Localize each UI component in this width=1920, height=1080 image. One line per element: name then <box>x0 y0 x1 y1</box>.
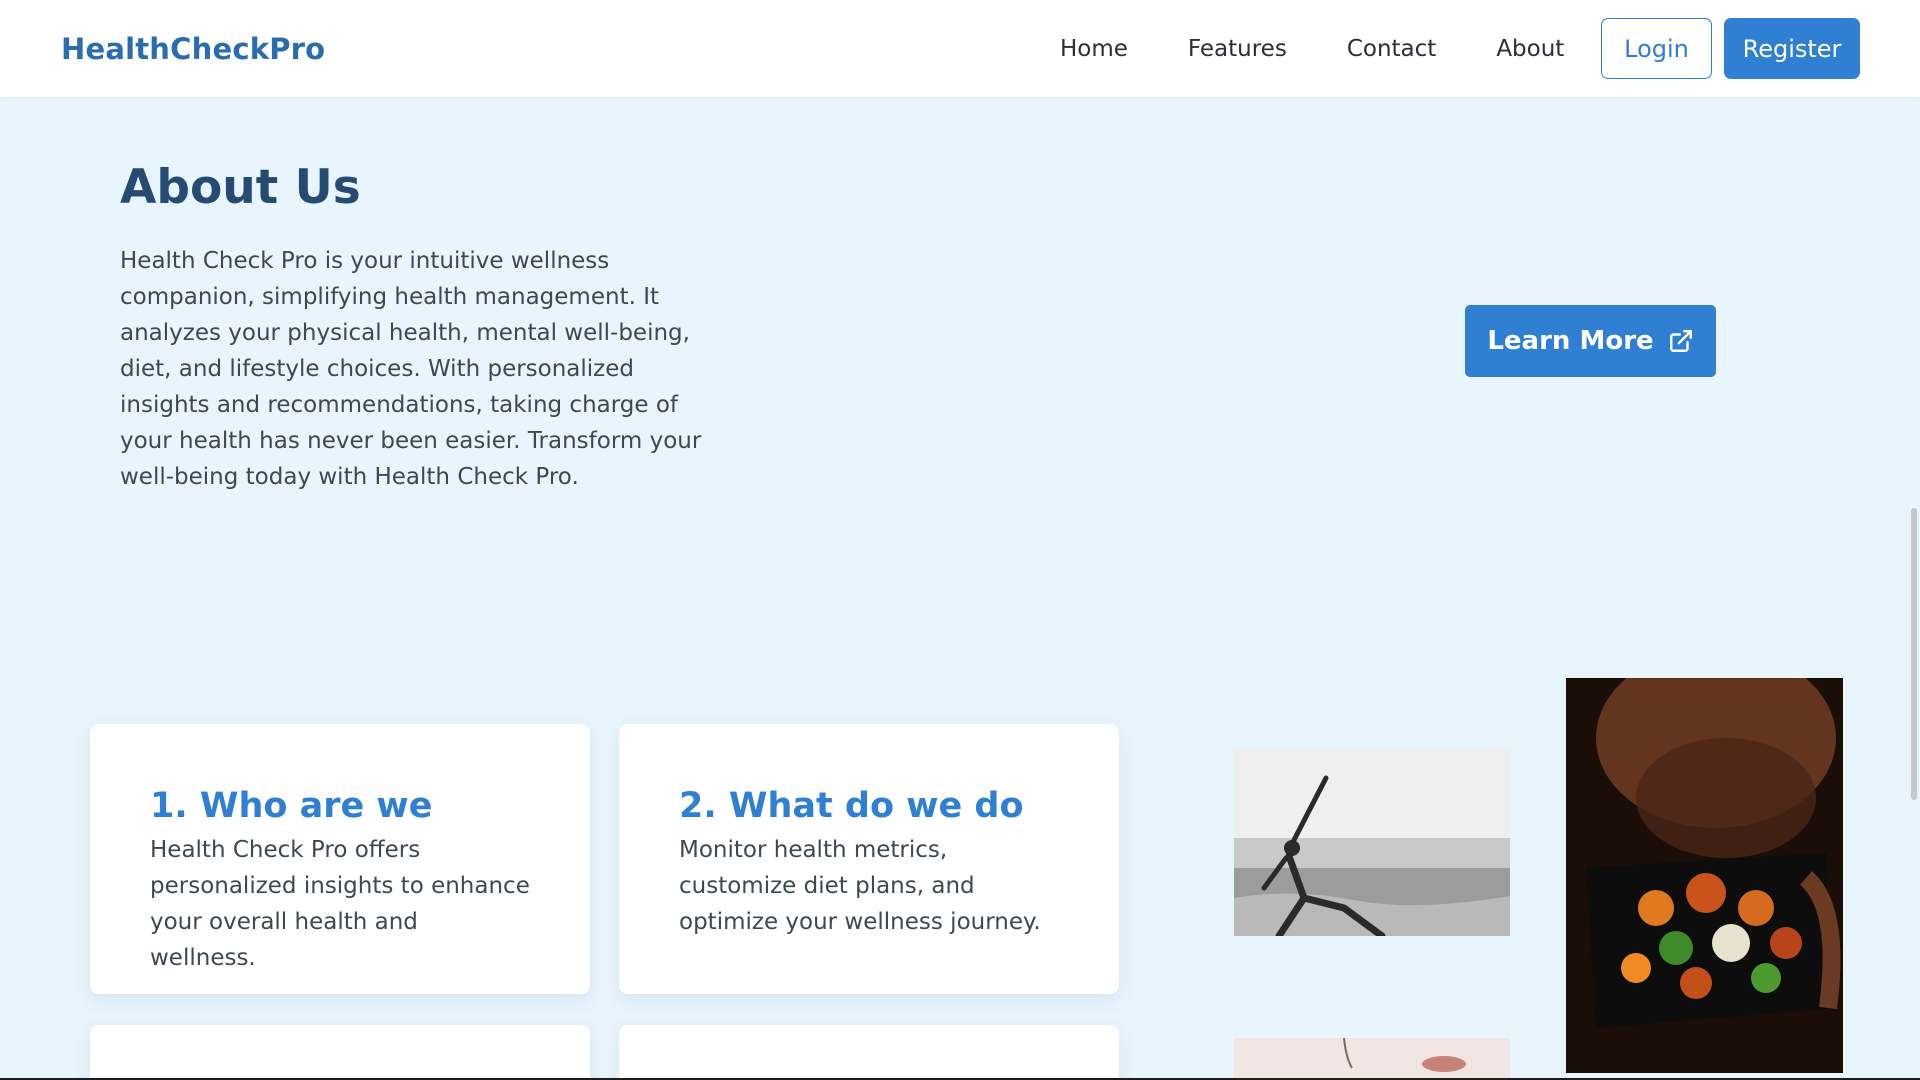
scrollbar-thumb[interactable] <box>1911 508 1917 800</box>
about-description: Health Check Pro is your intuitive welln… <box>120 248 702 490</box>
external-link-icon <box>1669 330 1692 352</box>
card-partial <box>619 1025 1119 1080</box>
nav-links: Home Features Contact About <box>1060 0 1624 97</box>
card-text: Health Check Pro offers personalized ins… <box>150 837 530 971</box>
nav-link-home[interactable]: Home <box>1060 36 1128 62</box>
person-photo <box>1234 1038 1510 1080</box>
card-text: Monitor health metrics, customize diet p… <box>679 837 1041 935</box>
nav-link-contact[interactable]: Contact <box>1347 36 1436 62</box>
about-title: About Us <box>120 160 361 215</box>
card-title: 2. What do we do <box>679 786 1024 826</box>
register-button[interactable]: Register <box>1724 18 1860 79</box>
learn-more-label: Learn More <box>1487 326 1654 356</box>
meal-container-illustration <box>1566 678 1843 1073</box>
navbar: HealthCheckPro Home Features Contact Abo… <box>0 0 1920 97</box>
healthy-meal-photo <box>1566 678 1843 1073</box>
yoga-figure-illustration <box>1234 748 1510 936</box>
nav-link-about[interactable]: About <box>1496 36 1564 62</box>
brand-logo[interactable]: HealthCheckPro <box>61 32 325 66</box>
learn-more-button[interactable]: Learn More <box>1465 305 1716 377</box>
card-what-do-we-do: 2. What do we do Monitor health metrics,… <box>619 724 1119 994</box>
card-who-are-we: 1. Who are we Health Check Pro offers pe… <box>90 724 590 994</box>
card-title: 1. Who are we <box>150 786 433 826</box>
yoga-photo <box>1234 748 1510 936</box>
nav-link-features[interactable]: Features <box>1188 36 1287 62</box>
login-button[interactable]: Login <box>1601 18 1712 79</box>
face-illustration <box>1234 1038 1510 1080</box>
card-partial <box>90 1025 590 1080</box>
